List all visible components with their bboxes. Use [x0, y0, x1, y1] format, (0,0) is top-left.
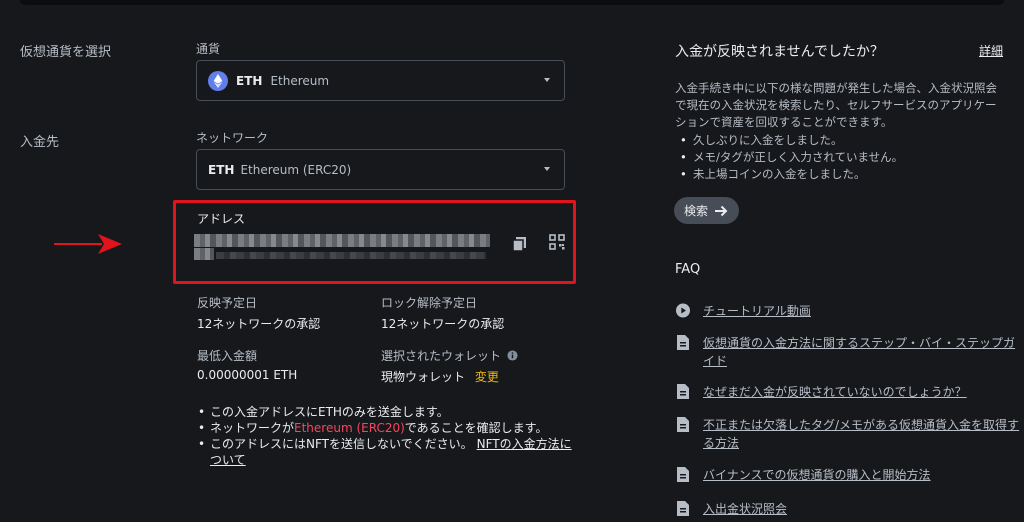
expected-unlock-value: 12ネットワークの承認 — [381, 317, 505, 331]
deposit-address-value[interactable] — [194, 234, 490, 274]
step-select-crypto: 仮想通貨を選択 — [20, 45, 112, 60]
selected-wallet-value: 現物ウォレット — [381, 370, 466, 384]
document-icon — [677, 467, 689, 482]
faq-item[interactable]: バイナンスでの仮想通貨の購入と開始方法 — [676, 466, 1023, 484]
note-item: ネットワークがEthereum (ERC20)であることを確認します。 — [196, 420, 576, 436]
network-highlight: Ethereum (ERC20) — [294, 421, 405, 435]
chevron-down-icon — [544, 167, 550, 171]
selected-wallet-label: 選択されたウォレット — [381, 349, 502, 363]
details-link[interactable]: 詳細 — [979, 42, 1003, 59]
currency-select[interactable]: ETH Ethereum — [196, 60, 565, 101]
issue-item: 久しぶりに入金をしました。 — [675, 132, 1005, 149]
note-text: このアドレスにはNFTを送信しないでください。 — [210, 437, 473, 451]
note-item: この入金アドレスにETHのみを送金します。 — [196, 404, 576, 420]
issue-item: 未上場コインの入金をしました。 — [675, 166, 1005, 183]
top-panel-edge — [20, 0, 1004, 5]
network-label: ネットワーク — [196, 131, 269, 145]
faq-link[interactable]: 入出金状況照会 — [703, 500, 1023, 518]
expected-arrival-value: 12ネットワークの承認 — [197, 317, 321, 331]
faq-link[interactable]: 仮想通貨の入金方法に関するステップ・バイ・ステップガイド — [703, 334, 1023, 370]
document-icon — [677, 417, 689, 432]
document-icon — [677, 384, 689, 399]
note-text: であることを確認します。 — [404, 421, 548, 435]
network-name: Ethereum (ERC20) — [240, 162, 352, 177]
faq-title: FAQ — [675, 262, 701, 277]
currency-code: ETH — [236, 73, 263, 88]
faq-link[interactable]: チュートリアル動画 — [703, 302, 1023, 320]
note-text: ネットワークが — [210, 421, 295, 435]
qr-code-icon[interactable] — [549, 234, 565, 250]
expected-unlock-label: ロック解除予定日 — [381, 296, 478, 310]
faq-link[interactable]: なぜまだ入金が反映されていないのでしょうか？ — [703, 383, 1023, 401]
expected-arrival-label: 反映予定日 — [197, 296, 258, 310]
network-select[interactable]: ETH Ethereum (ERC20) — [196, 149, 565, 190]
min-deposit-value: 0.00000001 ETH — [197, 368, 298, 382]
network-code: ETH — [208, 162, 235, 177]
note-item: このアドレスにはNFTを送信しないでください。NFTの入金方法について — [196, 436, 576, 468]
arrow-right-icon — [715, 205, 728, 216]
deposit-notes: この入金アドレスにETHのみを送金します。 ネットワークがEthereum (E… — [196, 404, 576, 468]
not-arrived-description: 入金手続き中に以下の様な問題が発生した場合、入金状況照会で現在の入金状況を検索し… — [675, 81, 997, 129]
chevron-down-icon — [544, 78, 550, 82]
faq-link[interactable]: バイナンスでの仮想通貨の購入と開始方法 — [703, 466, 1023, 484]
faq-item[interactable]: 不正または欠落したタグ/メモがある仮想通貨入金を取得する方法 — [676, 416, 1023, 452]
min-deposit-label: 最低入金額 — [197, 349, 258, 363]
search-button-label: 検索 — [684, 204, 709, 218]
issue-list: 久しぶりに入金をしました。 メモ/タグが正しく入力されていません。 未上場コイン… — [675, 132, 1005, 183]
search-button[interactable]: 検索 — [674, 197, 739, 224]
currency-name: Ethereum — [270, 73, 330, 88]
arrow-annotation-icon — [54, 234, 122, 254]
step-deposit-to: 入金先 — [20, 135, 60, 150]
selected-wallet-header: 選択されたウォレット — [381, 347, 518, 364]
change-wallet-link[interactable]: 変更 — [475, 370, 499, 384]
play-circle-icon — [676, 303, 690, 318]
not-arrived-title: 入金が反映されませんでしたか？ — [675, 44, 884, 60]
selected-wallet-row: 現物ウォレット 変更 — [381, 368, 499, 385]
faq-item[interactable]: 仮想通貨の入金方法に関するステップ・バイ・ステップガイド — [676, 334, 1023, 370]
faq-item[interactable]: なぜまだ入金が反映されていないのでしょうか？ — [676, 383, 1023, 401]
currency-label: 通貨 — [196, 42, 221, 56]
copy-icon[interactable] — [512, 236, 528, 252]
document-icon — [677, 501, 689, 516]
faq-link[interactable]: 不正または欠落したタグ/メモがある仮想通貨入金を取得する方法 — [703, 416, 1023, 452]
issue-item: メモ/タグが正しく入力されていません。 — [675, 149, 1005, 166]
document-icon — [677, 335, 689, 350]
address-label: アドレス — [197, 212, 246, 226]
faq-item[interactable]: チュートリアル動画 — [676, 302, 1023, 320]
ethereum-logo-icon — [208, 70, 228, 91]
faq-item[interactable]: 入出金状況照会 — [676, 500, 1023, 518]
note-text: この入金アドレスにETHのみを送金します。 — [210, 405, 449, 419]
info-icon[interactable] — [507, 350, 518, 361]
